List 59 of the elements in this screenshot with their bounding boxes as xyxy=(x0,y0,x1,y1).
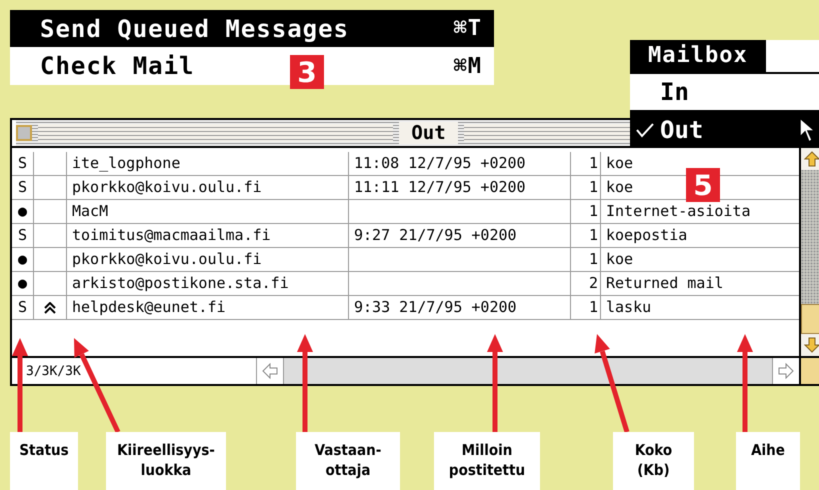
down-arrow-icon[interactable] xyxy=(804,337,819,353)
status-cell: ● xyxy=(12,248,34,271)
date-cell: 9:33 21/7/95 +0200 xyxy=(349,296,571,319)
status-cell: S xyxy=(12,224,34,247)
vertical-scrollbar[interactable] xyxy=(799,148,819,356)
date-cell: 9:27 21/7/95 +0200 xyxy=(349,224,571,247)
recipient-cell: toimitus@macmaailma.fi xyxy=(67,224,349,247)
recipient-cell: pkorkko@koivu.oulu.fi xyxy=(67,176,349,199)
recipient-cell: arkisto@postikone.sta.fi xyxy=(67,272,349,295)
size-cell: 1 xyxy=(571,296,601,319)
subject-cell-text: koe xyxy=(605,249,634,270)
date-cell: 11:11 12/7/95 +0200 xyxy=(349,176,571,199)
size-cell: 1 xyxy=(571,152,601,175)
date-cell: 11:08 12/7/95 +0200 xyxy=(349,152,571,175)
resize-box[interactable] xyxy=(799,358,819,384)
subject-cell-text: koepostia xyxy=(605,225,688,246)
status-cell: ● xyxy=(12,272,34,295)
right-arrow-icon[interactable] xyxy=(778,363,794,379)
shortcut-text: ⌘T xyxy=(454,16,482,41)
window-title: Out xyxy=(399,122,458,144)
size-cell: 2 xyxy=(571,272,601,295)
menu-item[interactable]: Send Queued Messages ⌘T xyxy=(10,10,494,47)
recipient-cell: pkorkko@koivu.oulu.fi xyxy=(67,248,349,271)
recipient-cell: helpdesk@eunet.fi xyxy=(67,296,349,319)
callout-label: Kiireellisyys- luokka xyxy=(106,432,226,490)
menu-item-label: Check Mail xyxy=(40,52,194,80)
status-cell: ● xyxy=(12,200,34,223)
callout-label: Aihe xyxy=(736,432,800,490)
menu-item-label: In xyxy=(660,78,689,106)
menu-title[interactable]: Mailbox xyxy=(630,40,766,72)
recipient-cell: MacM xyxy=(67,200,349,223)
number-badge: 3 xyxy=(290,55,324,89)
left-arrow-icon[interactable] xyxy=(262,363,278,379)
menu-item-label: Send Queued Messages xyxy=(40,14,349,42)
number-badge: 5 xyxy=(686,168,720,202)
recipient-cell: ite_logphone xyxy=(67,152,349,175)
menu-item[interactable]: Out xyxy=(630,110,819,148)
size-cell: 1 xyxy=(571,200,601,223)
horizontal-scrollbar[interactable] xyxy=(257,358,799,384)
subject-cell-text: koe xyxy=(605,177,634,198)
callout-label: Koko (Kb) xyxy=(613,432,694,490)
subject-cell-text: Returned mail xyxy=(605,273,724,294)
scroll-thumb[interactable] xyxy=(801,304,819,334)
callout-label: Milloin postitettu xyxy=(434,432,540,490)
menu-item-label: Out xyxy=(660,116,704,144)
double-chevron-icon xyxy=(44,302,56,314)
size-cell: 1 xyxy=(571,248,601,271)
status-cell: S xyxy=(12,296,34,319)
callout-label: Vastaan- ottaja xyxy=(296,432,400,490)
status-cell: S xyxy=(12,176,34,199)
status-cell: S xyxy=(12,152,34,175)
subject-cell-text: koe xyxy=(605,153,634,174)
size-cell: 1 xyxy=(571,224,601,247)
size-cell: 1 xyxy=(571,176,601,199)
up-arrow-icon[interactable] xyxy=(804,151,819,167)
subject-cell-text: Internet-asioita xyxy=(605,201,752,222)
callout-label: Status xyxy=(10,432,78,490)
subject-cell-text: lasku xyxy=(605,297,652,318)
shortcut-text: ⌘M xyxy=(454,54,482,78)
